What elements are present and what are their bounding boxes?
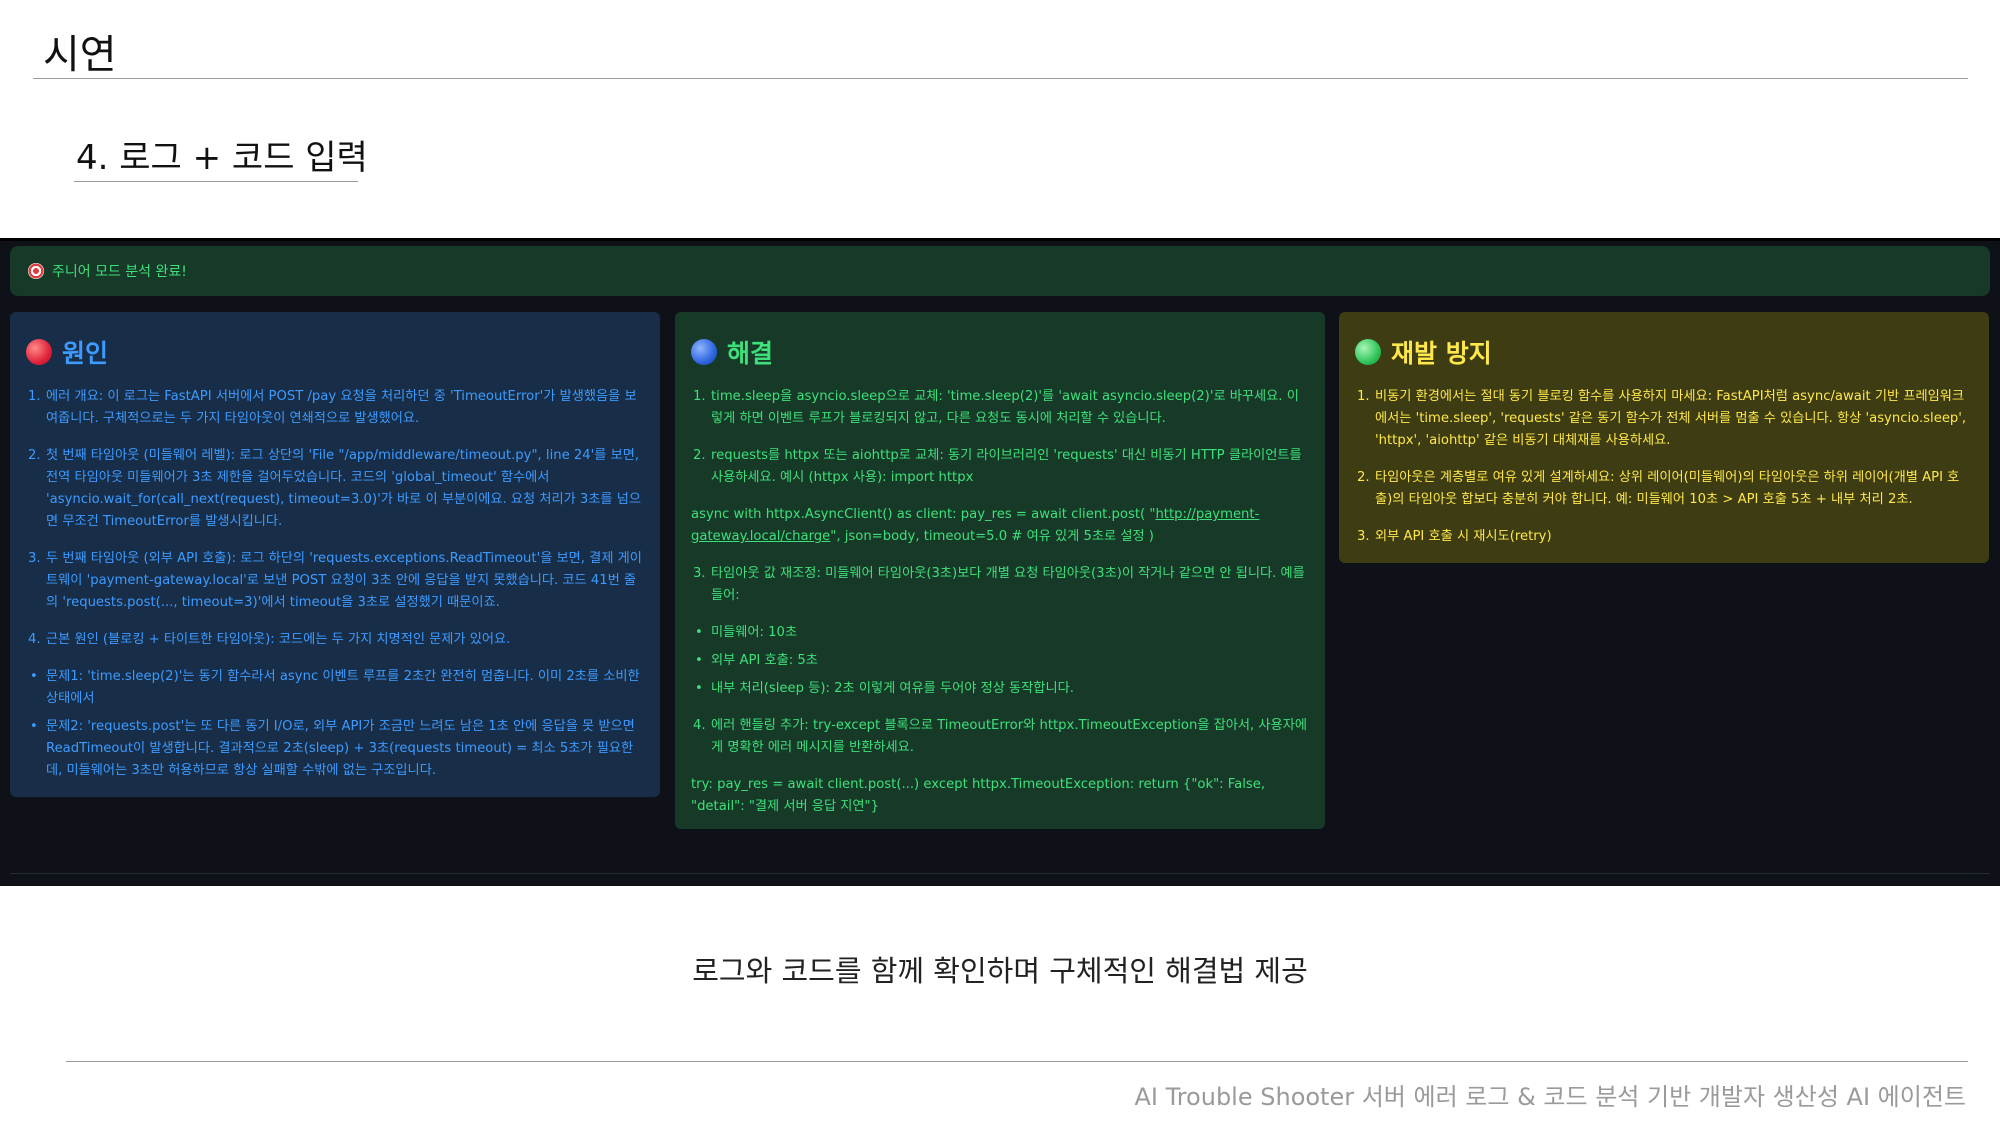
code-snippet: async with httpx.AsyncClient() as client… — [691, 504, 1309, 548]
list-marker: 3. — [1357, 529, 1370, 544]
list-item: 4. 근본 원인 (블로킹 + 타이트한 타임아웃): 코드에는 두 가지 치명… — [26, 629, 644, 651]
footer-text: AI Trouble Shooter 서버 에러 로그 & 코드 분석 기반 개… — [1134, 1083, 1966, 1111]
code-text: ", json=body, timeout=5.0 # 여유 있게 5초로 설정… — [830, 529, 1154, 544]
solution-title: 해결 — [727, 339, 774, 368]
title-divider — [33, 78, 1968, 79]
bullet-marker: • — [30, 719, 38, 734]
list-item: 2. 타임아웃은 계층별로 여유 있게 설계하세요: 상위 레이어(미들웨어)의… — [1355, 467, 1973, 511]
code-snippet: try: pay_res = await client.post(...) ex… — [691, 777, 1266, 814]
bullet-marker: • — [695, 681, 703, 696]
list-marker: 1. — [28, 389, 41, 404]
prevention-title: 재발 방지 — [1391, 339, 1492, 368]
target-icon — [28, 263, 44, 279]
list-marker: 1. — [1357, 389, 1370, 404]
list-item-text: 에러 개요: 이 로그는 FastAPI 서버에서 POST /pay 요청을 … — [46, 389, 637, 426]
slide-caption: 로그와 코드를 함께 확인하며 구체적인 해결법 제공 — [692, 954, 1308, 988]
list-item: 4. 에러 핸들링 추가: try-except 블록으로 TimeoutErr… — [691, 715, 1309, 759]
bullet-marker: • — [695, 653, 703, 668]
list-item: 3. 두 번째 타임아웃 (외부 API 호출): 로그 하단의 'reques… — [26, 548, 644, 614]
slide-title: 시연 — [43, 32, 117, 78]
list-marker: 2. — [28, 448, 41, 463]
list-item: 3. 타임아웃 값 재조정: 미들웨어 타임아웃(3초)보다 개별 요청 타임아… — [691, 563, 1309, 607]
app-top-border — [0, 238, 2000, 241]
solution-header: 해결 — [691, 334, 1309, 370]
banner-text: 주니어 모드 분석 완료! — [52, 264, 187, 280]
list-item-text: 외부 API 호출 시 재시도(retry) — [1375, 529, 1552, 544]
footer-divider — [66, 1061, 1968, 1062]
list-item-text: 에러 핸들링 추가: try-except 블록으로 TimeoutError와… — [711, 718, 1307, 755]
list-item-text: 타임아웃은 계층별로 여유 있게 설계하세요: 상위 레이어(미들웨어)의 타임… — [1375, 470, 1960, 507]
list-marker: 2. — [1357, 470, 1370, 485]
cause-card: 원인 1. 에러 개요: 이 로그는 FastAPI 서버에서 POST /pa… — [10, 312, 660, 797]
list-marker: 3. — [693, 566, 706, 581]
bullet-text: 문제2: 'requests.post'는 또 다른 동기 I/O로, 외부 A… — [46, 719, 635, 778]
list-item: 3. 외부 API 호출 시 재시도(retry) — [1355, 526, 1973, 548]
bullet-text: 미들웨어: 10초 — [711, 625, 798, 640]
bullet-item: • 문제1: 'time.sleep(2)'는 동기 함수라서 async 이벤… — [26, 666, 644, 710]
list-item-text: time.sleep을 asyncio.sleep으로 교체: 'time.sl… — [711, 389, 1299, 426]
bullet-item: • 외부 API 호출: 5초 — [691, 650, 1309, 672]
bullet-item: • 문제2: 'requests.post'는 또 다른 동기 I/O로, 외부… — [26, 716, 644, 782]
blue-circle-icon — [691, 339, 717, 365]
bullet-item: • 미들웨어: 10초 — [691, 622, 1309, 644]
list-item: 2. requests를 httpx 또는 aiohttp로 교체: 동기 라이… — [691, 445, 1309, 489]
solution-body: 1. time.sleep을 asyncio.sleep으로 교체: 'time… — [691, 386, 1309, 818]
bullet-text: 내부 처리(sleep 등): 2초 이렇게 여유를 두어야 정상 동작합니다. — [711, 681, 1074, 696]
list-item: 1. 비동기 환경에서는 절대 동기 블로킹 함수를 사용하지 마세요: Fas… — [1355, 386, 1973, 452]
list-item-text: 두 번째 타임아웃 (외부 API 호출): 로그 하단의 'requests.… — [46, 551, 642, 610]
list-item-text: 타임아웃 값 재조정: 미들웨어 타임아웃(3초)보다 개별 요청 타임아웃(3… — [711, 566, 1305, 603]
prevention-card: 재발 방지 1. 비동기 환경에서는 절대 동기 블로킹 함수를 사용하지 마세… — [1339, 312, 1989, 563]
list-item: 2. 첫 번째 타임아웃 (미들웨어 레벨): 로그 상단의 'File "/a… — [26, 445, 644, 533]
list-item-text: 첫 번째 타임아웃 (미들웨어 레벨): 로그 상단의 'File "/app/… — [46, 448, 642, 529]
bullet-marker: • — [30, 669, 38, 684]
success-banner: 주니어 모드 분석 완료! — [10, 246, 1990, 296]
green-circle-icon — [1355, 339, 1381, 365]
prevention-header: 재발 방지 — [1355, 334, 1973, 370]
cause-header: 원인 — [26, 334, 644, 370]
app-screenshot: 주니어 모드 분석 완료! 원인 1. 에러 개요: 이 로그는 FastAPI… — [0, 238, 2000, 886]
list-marker: 2. — [693, 448, 706, 463]
bullet-text: 문제1: 'time.sleep(2)'는 동기 함수라서 async 이벤트 … — [46, 669, 640, 706]
app-bottom-divider — [10, 873, 1990, 874]
cause-body: 1. 에러 개요: 이 로그는 FastAPI 서버에서 POST /pay 요… — [26, 386, 644, 782]
red-circle-icon — [26, 339, 52, 365]
list-item-text: 근본 원인 (블로킹 + 타이트한 타임아웃): 코드에는 두 가지 치명적인 … — [46, 632, 511, 647]
list-item: 1. time.sleep을 asyncio.sleep으로 교체: 'time… — [691, 386, 1309, 430]
prevention-body: 1. 비동기 환경에서는 절대 동기 블로킹 함수를 사용하지 마세요: Fas… — [1355, 386, 1973, 548]
list-marker: 4. — [693, 718, 706, 733]
code-text: async with httpx.AsyncClient() as client… — [691, 507, 1156, 522]
list-marker: 4. — [28, 632, 41, 647]
list-marker: 1. — [693, 389, 706, 404]
bullet-item: • 내부 처리(sleep 등): 2초 이렇게 여유를 두어야 정상 동작합니… — [691, 678, 1309, 700]
solution-card: 해결 1. time.sleep을 asyncio.sleep으로 교체: 't… — [675, 312, 1325, 829]
cause-title: 원인 — [62, 339, 109, 368]
list-item-text: 비동기 환경에서는 절대 동기 블로킹 함수를 사용하지 마세요: FastAP… — [1375, 389, 1967, 448]
bullet-marker: • — [695, 625, 703, 640]
bullet-text: 외부 API 호출: 5초 — [711, 653, 818, 668]
list-item: 1. 에러 개요: 이 로그는 FastAPI 서버에서 POST /pay 요… — [26, 386, 644, 430]
section-heading: 4. 로그 + 코드 입력 — [76, 138, 368, 178]
list-marker: 3. — [28, 551, 41, 566]
section-underline — [74, 181, 358, 182]
list-item-text: requests를 httpx 또는 aiohttp로 교체: 동기 라이브러리… — [711, 448, 1302, 485]
